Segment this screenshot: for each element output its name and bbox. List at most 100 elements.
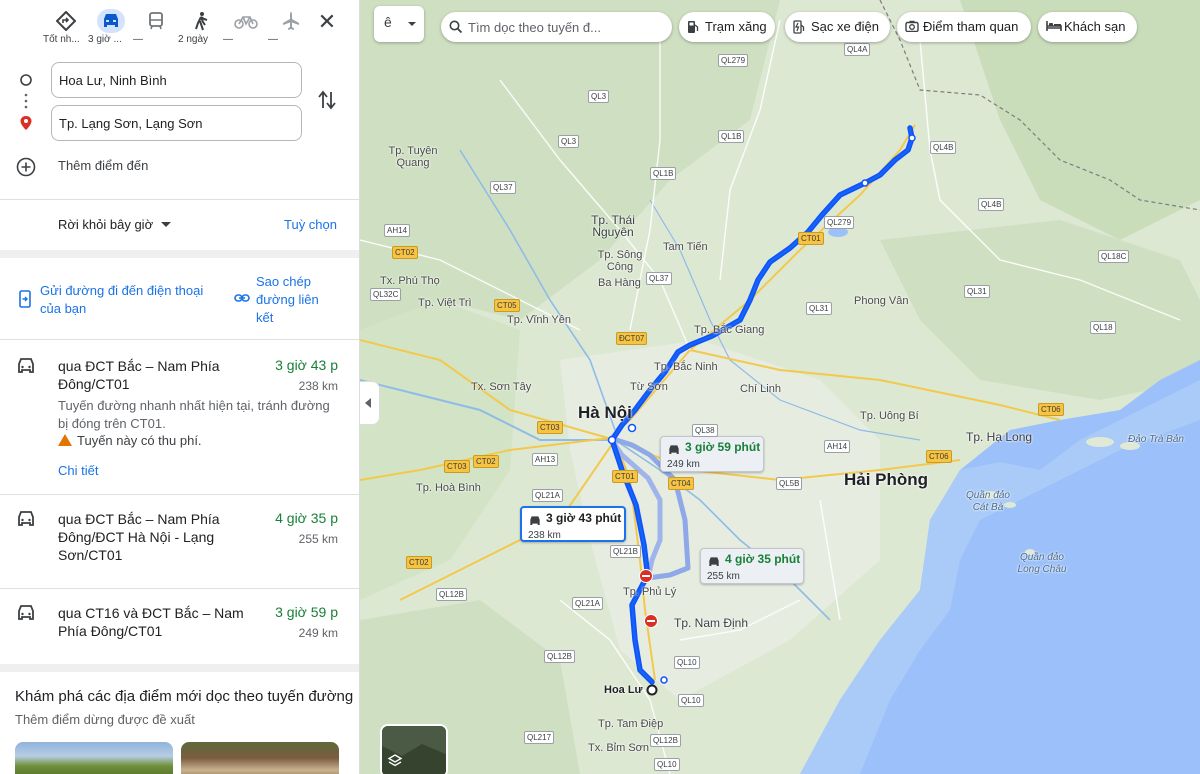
map-label-island[interactable]: Đảo Trà Bản bbox=[1128, 434, 1184, 446]
callout-distance: 238 km bbox=[528, 530, 561, 541]
map-label-island[interactable]: Quần đảo Long Châu bbox=[1012, 552, 1072, 576]
road-shield: CT04 bbox=[668, 477, 694, 490]
origin-input[interactable] bbox=[51, 62, 302, 98]
chip-hotels[interactable]: Khách sạn bbox=[1038, 12, 1137, 42]
depart-time-dropdown[interactable]: Rời khỏi bây giờ bbox=[58, 217, 172, 232]
road-shield: QL10 bbox=[678, 694, 704, 707]
route-name: qua ĐCT Bắc – Nam Phía Đông/ĐCT Hà Nội -… bbox=[58, 511, 220, 563]
road-closure-icon[interactable] bbox=[644, 614, 658, 628]
collapse-panel-button[interactable] bbox=[360, 381, 380, 425]
road-shield: CT01 bbox=[612, 470, 638, 483]
map-label-city[interactable]: Tp. Phủ Lý bbox=[623, 586, 676, 598]
car-icon bbox=[16, 357, 36, 380]
destination-pin-icon bbox=[19, 115, 33, 130]
link-icon bbox=[234, 291, 250, 309]
callout-distance: 255 km bbox=[707, 571, 740, 582]
map-layers-button[interactable] bbox=[380, 724, 448, 774]
route-details-link[interactable]: Chi tiết bbox=[58, 463, 98, 478]
map-label-town[interactable]: Từ Sơn bbox=[630, 381, 668, 393]
route-callout-selected[interactable]: 3 giờ 43 phút 238 km bbox=[520, 506, 626, 542]
road-shield: QL38 bbox=[692, 424, 718, 437]
map-canvas[interactable]: 3 giờ 59 phút 249 km 3 giờ 43 phút 238 k… bbox=[360, 0, 1200, 774]
map-label-city[interactable]: Tp. Thái Nguyên bbox=[578, 214, 648, 238]
road-shield: QL12B bbox=[436, 588, 467, 601]
explore-subtitle: Thêm điểm dừng được đề xuất bbox=[15, 712, 195, 727]
mode-transit[interactable]: — bbox=[133, 8, 179, 52]
map-label-town[interactable]: Tx. Phú Thọ bbox=[380, 275, 440, 287]
explore-title: Khám phá các địa điểm mới dọc theo tuyến… bbox=[15, 688, 354, 705]
caret-down-icon bbox=[408, 22, 416, 26]
mode-label: 2 ngày bbox=[178, 34, 209, 45]
map-label-city[interactable]: Tp. Tam Điệp bbox=[598, 718, 663, 730]
road-shield: QL37 bbox=[646, 272, 672, 285]
chip-ev-charging[interactable]: Sạc xe điện bbox=[785, 12, 890, 42]
map-label-city[interactable]: Tp. Bắc Ninh bbox=[654, 361, 718, 373]
chip-gas-stations[interactable]: Trạm xăng bbox=[679, 12, 775, 42]
map-label-city[interactable]: Tp. Nam Định bbox=[674, 617, 748, 629]
swap-waypoints-button[interactable] bbox=[316, 88, 338, 112]
search-along-route-input[interactable] bbox=[468, 17, 664, 37]
callout-duration: 4 giờ 35 phút bbox=[725, 552, 801, 566]
suggested-place-thumbnail[interactable] bbox=[181, 742, 339, 774]
map-label-city[interactable]: Tp. Hoà Bình bbox=[416, 482, 481, 494]
mode-label: — bbox=[133, 34, 143, 45]
map-label-town[interactable]: Chí Linh bbox=[740, 383, 781, 395]
chip-attractions[interactable]: Điểm tham quan bbox=[897, 12, 1031, 42]
map-label-island[interactable]: Quần đảo Cát Bà bbox=[960, 490, 1016, 514]
language-dropdown[interactable]: ê bbox=[374, 6, 424, 42]
add-destination-button[interactable]: Thêm điểm đến bbox=[15, 156, 215, 178]
route-option-2[interactable]: qua ĐCT Bắc – Nam Phía Đông/ĐCT Hà Nội -… bbox=[0, 510, 359, 580]
map-label-city[interactable]: Tp. Hạ Long bbox=[966, 431, 1032, 443]
road-shield: QL21B bbox=[610, 545, 641, 558]
options-link[interactable]: Tuỳ chọn bbox=[284, 217, 337, 232]
map-label-city[interactable]: Tp. Vĩnh Yên bbox=[507, 314, 571, 326]
route-option-3[interactable]: qua CT16 và ĐCT Bắc – Nam Phía Đông/CT01… bbox=[0, 604, 359, 654]
road-shield: CT06 bbox=[926, 450, 952, 463]
depart-label: Rời khỏi bây giờ bbox=[58, 217, 154, 232]
road-shield: QL4B bbox=[930, 141, 957, 154]
map-label-town[interactable]: Tp. Sông Công bbox=[596, 249, 644, 273]
map-label-town[interactable]: Tx. Bỉm Sơn bbox=[588, 742, 649, 754]
chip-label: Trạm xăng bbox=[705, 19, 767, 34]
road-closure-icon[interactable] bbox=[639, 569, 653, 583]
destination-input[interactable] bbox=[51, 105, 302, 141]
mode-driving[interactable]: 3 giờ ... bbox=[88, 8, 134, 52]
map-label-town[interactable]: Ba Hàng bbox=[598, 277, 641, 289]
road-shield: QL3 bbox=[558, 135, 580, 148]
road-shield: QL279 bbox=[824, 216, 855, 229]
road-shield: QL21A bbox=[532, 489, 563, 502]
map-label-city[interactable]: Hải Phòng bbox=[844, 471, 928, 488]
map-label-town[interactable]: Tx. Sơn Tây bbox=[471, 381, 531, 393]
map-label-town[interactable]: Phong Vân bbox=[854, 295, 908, 307]
map-label-city[interactable]: Tp. Bắc Giang bbox=[694, 324, 764, 336]
road-shield: CT02 bbox=[406, 556, 432, 569]
origin-marker-icon[interactable] bbox=[646, 683, 658, 696]
mode-best[interactable]: Tốt nh... bbox=[43, 8, 89, 52]
route-callout-alt-2[interactable]: 4 giờ 35 phút 255 km bbox=[700, 548, 804, 584]
copy-link-button[interactable]: Sao chép đường liên kết bbox=[234, 273, 354, 329]
mode-flight[interactable]: — bbox=[268, 8, 314, 52]
route-distance: 238 km bbox=[298, 379, 338, 393]
map-label-city[interactable]: Tp. Tuyên Quang bbox=[386, 145, 440, 169]
send-to-phone-button[interactable]: Gửi đường đi đến điện thoại của bạn bbox=[18, 282, 218, 322]
mode-cycling[interactable]: — bbox=[223, 8, 269, 52]
road-shield: QL10 bbox=[674, 656, 700, 669]
map-label-city[interactable]: Hà Nội bbox=[578, 404, 632, 421]
road-shield: QL31 bbox=[806, 302, 832, 315]
language-label: ê bbox=[384, 14, 392, 30]
route-dots-icon bbox=[24, 92, 28, 110]
suggested-place-thumbnail[interactable] bbox=[15, 742, 173, 774]
search-along-route bbox=[441, 12, 672, 42]
route-option-1[interactable]: qua ĐCT Bắc – Nam Phía Đông/CT01 3 giờ 4… bbox=[0, 357, 359, 487]
map-label-town[interactable]: Tam Tiến bbox=[663, 241, 708, 253]
road-shield: QL4A bbox=[844, 43, 871, 56]
map-label-origin[interactable]: Hoa Lư bbox=[604, 684, 643, 696]
mode-walking[interactable]: 2 ngày bbox=[178, 8, 224, 52]
route-callout-alt-1[interactable]: 3 giờ 59 phút 249 km bbox=[660, 436, 764, 472]
mode-label: 3 giờ ... bbox=[88, 34, 122, 45]
origin-dot-icon bbox=[19, 73, 33, 87]
map-label-city[interactable]: Tp. Việt Trì bbox=[418, 297, 472, 309]
map-label-city[interactable]: Tp. Uông Bí bbox=[860, 410, 919, 422]
road-shield: QL12B bbox=[650, 734, 681, 747]
close-directions-button[interactable]: ✕ bbox=[314, 10, 340, 36]
